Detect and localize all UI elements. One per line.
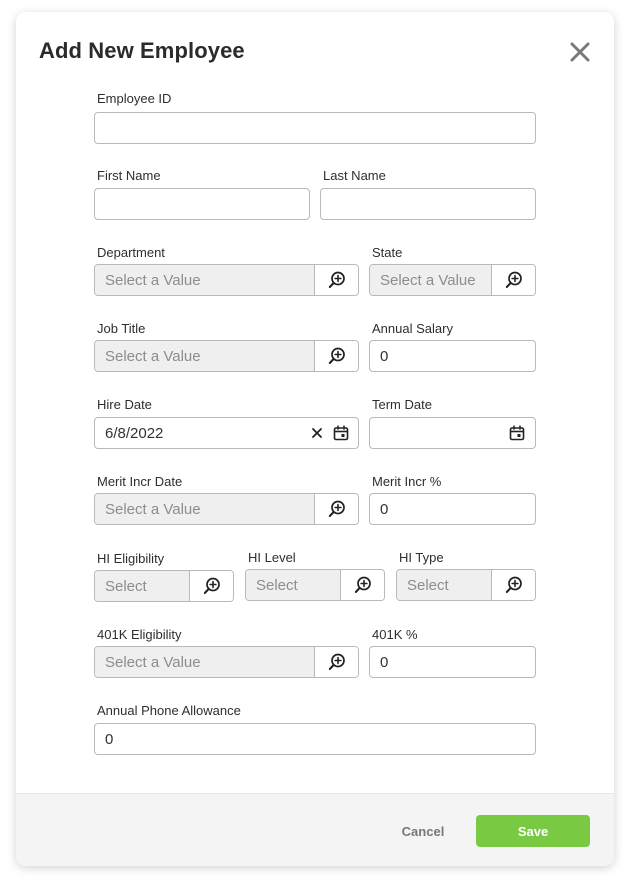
- merit-incr-pct-label: Merit Incr %: [372, 474, 442, 489]
- hi-eligibility-select[interactable]: Select: [95, 571, 190, 601]
- job-title-lookup-button[interactable]: [315, 341, 358, 371]
- hire-date-value: 6/8/2022: [105, 424, 164, 442]
- close-button[interactable]: [568, 40, 592, 64]
- first-name-input[interactable]: [94, 188, 310, 220]
- hi-level-lookup: Select: [245, 569, 385, 601]
- annual-phone-allowance-input[interactable]: 0: [94, 723, 536, 755]
- search-plus-icon: [505, 576, 522, 593]
- annual-salary-input[interactable]: 0: [369, 340, 536, 372]
- first-name-label: First Name: [97, 168, 161, 183]
- 401k-pct-input[interactable]: 0: [369, 646, 536, 678]
- department-select[interactable]: Select a Value: [95, 265, 315, 295]
- hi-eligibility-lookup: Select: [94, 570, 234, 602]
- search-plus-icon: [505, 271, 522, 288]
- hi-type-label: HI Type: [399, 550, 444, 565]
- merit-incr-date-lookup-button[interactable]: [315, 494, 358, 524]
- state-lookup: Select a Value: [369, 264, 536, 296]
- close-icon: [570, 42, 590, 62]
- job-title-label: Job Title: [97, 321, 146, 336]
- search-plus-icon: [328, 347, 345, 364]
- hi-level-label: HI Level: [248, 550, 296, 565]
- 401k-eligibility-label: 401K Eligibility: [97, 627, 182, 642]
- state-select[interactable]: Select a Value: [370, 265, 492, 295]
- state-lookup-button[interactable]: [492, 265, 535, 295]
- merit-incr-date-label: Merit Incr Date: [97, 474, 183, 489]
- last-name-input[interactable]: [320, 188, 536, 220]
- hi-eligibility-lookup-button[interactable]: [190, 571, 233, 601]
- 401k-eligibility-lookup: Select a Value: [94, 646, 359, 678]
- hi-level-lookup-button[interactable]: [341, 570, 384, 600]
- search-plus-icon: [328, 500, 345, 517]
- job-title-select[interactable]: Select a Value: [95, 341, 315, 371]
- hire-date-calendar-button[interactable]: [330, 422, 352, 444]
- 401k-eligibility-select[interactable]: Select a Value: [95, 647, 315, 677]
- cancel-button[interactable]: Cancel: [388, 816, 458, 846]
- annual-phone-allowance-label: Annual Phone Allowance: [97, 703, 241, 718]
- 401k-eligibility-lookup-button[interactable]: [315, 647, 358, 677]
- calendar-icon: [333, 425, 349, 441]
- term-date-input[interactable]: [369, 417, 536, 449]
- merit-incr-pct-input[interactable]: 0: [369, 493, 536, 525]
- search-plus-icon: [328, 271, 345, 288]
- merit-incr-date-lookup: Select a Value: [94, 493, 359, 525]
- hi-type-select[interactable]: Select: [397, 570, 492, 600]
- employee-id-label: Employee ID: [97, 91, 172, 106]
- calendar-icon: [509, 425, 525, 441]
- last-name-label: Last Name: [323, 168, 386, 183]
- term-date-label: Term Date: [372, 397, 432, 412]
- hi-eligibility-label: HI Eligibility: [97, 551, 165, 566]
- annual-salary-label: Annual Salary: [372, 321, 453, 336]
- hire-date-input[interactable]: 6/8/2022: [94, 417, 359, 449]
- search-plus-icon: [203, 577, 220, 594]
- department-label: Department: [97, 245, 165, 260]
- department-lookup-button[interactable]: [315, 265, 358, 295]
- state-label: State: [372, 245, 403, 260]
- department-lookup: Select a Value: [94, 264, 359, 296]
- save-button[interactable]: Save: [476, 815, 590, 847]
- 401k-pct-label: 401K %: [372, 627, 418, 642]
- search-plus-icon: [354, 576, 371, 593]
- job-title-lookup: Select a Value: [94, 340, 359, 372]
- dialog-footer: Cancel Save: [16, 793, 614, 866]
- employee-id-input[interactable]: [94, 112, 536, 144]
- hi-type-lookup: Select: [396, 569, 536, 601]
- hire-date-clear-button[interactable]: [306, 422, 328, 444]
- add-employee-dialog: Add New Employee Employee ID First Name …: [16, 12, 614, 866]
- dialog-title: Add New Employee: [39, 38, 245, 63]
- hi-level-select[interactable]: Select: [246, 570, 341, 600]
- hi-type-lookup-button[interactable]: [492, 570, 535, 600]
- clear-icon: [312, 428, 322, 438]
- search-plus-icon: [328, 653, 345, 670]
- hire-date-label: Hire Date: [97, 397, 152, 412]
- merit-incr-date-select[interactable]: Select a Value: [95, 494, 315, 524]
- term-date-calendar-button[interactable]: [506, 422, 528, 444]
